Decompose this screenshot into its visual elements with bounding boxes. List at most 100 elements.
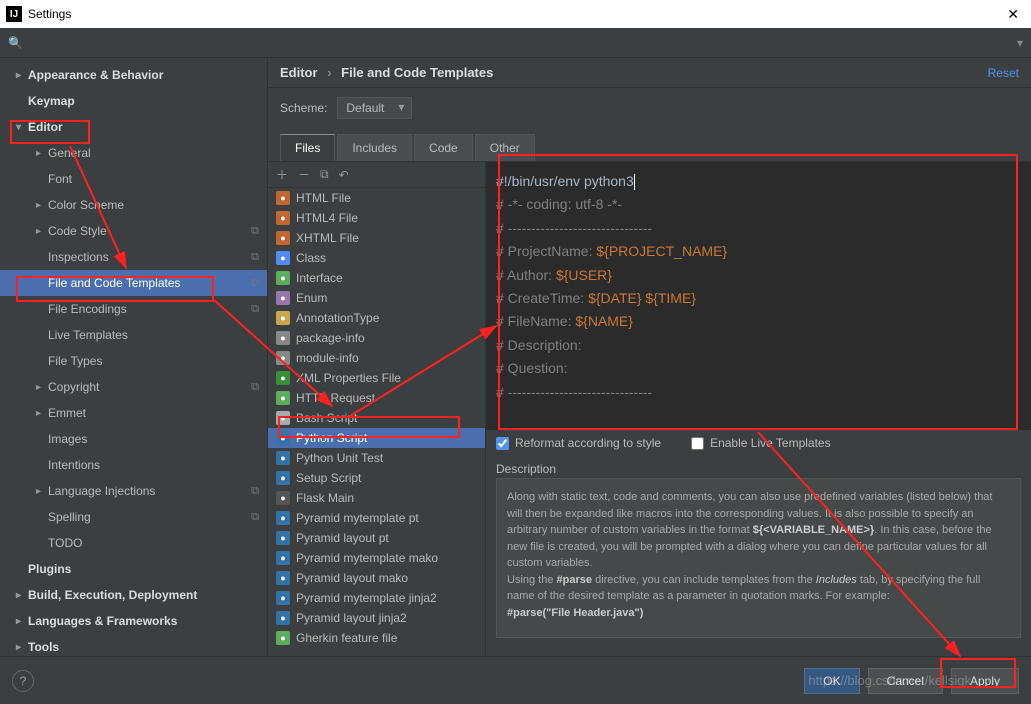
sidebar-item-copyright[interactable]: ▸Copyright⧉ [0,374,267,400]
tab-code[interactable]: Code [414,134,473,161]
reset-link[interactable]: Reset [988,66,1019,80]
scope-icon: ⧉ [251,485,259,498]
template-item-interface[interactable]: ●Interface [268,268,485,288]
template-item-flask-main[interactable]: ● Flask Main [268,488,485,508]
sidebar-item-appearance-behavior[interactable]: ▸Appearance & Behavior [0,62,267,88]
apply-button[interactable]: Apply [951,668,1019,694]
cancel-button[interactable]: Cancel [868,668,943,694]
file-item-label: Python Script [296,431,367,445]
sidebar-item-intentions[interactable]: Intentions [0,452,267,478]
copy-icon[interactable]: ⧉ [320,167,329,182]
template-item-html-file[interactable]: ●HTML File [268,188,485,208]
sidebar-item-file-and-code-templates[interactable]: File and Code Templates⧉ [0,270,267,296]
breadcrumb: Editor › File and Code Templates Reset [268,58,1031,88]
file-item-label: Python Unit Test [296,451,383,465]
template-item-module-info[interactable]: ●module-info [268,348,485,368]
sidebar-item-build-execution-deployment[interactable]: ▸Build, Execution, Deployment [0,582,267,608]
template-item-setup-script[interactable]: ●Setup Script [268,468,485,488]
tab-other[interactable]: Other [475,134,535,161]
template-item-bash-script[interactable]: ●Bash Script [268,408,485,428]
reformat-checkbox[interactable]: Reformat according to style [496,436,661,450]
tab-files[interactable]: Files [280,134,335,161]
template-item-class[interactable]: ●Class [268,248,485,268]
ok-button[interactable]: OK [804,668,859,694]
search-input[interactable] [27,35,1017,50]
file-item-label: HTML4 File [296,211,358,225]
file-type-icon: ● [276,311,290,325]
file-type-icon: ● [276,531,290,545]
sidebar-item-languages-frameworks[interactable]: ▸Languages & Frameworks [0,608,267,634]
remove-icon[interactable]: － [298,166,310,183]
window-title-bar: IJ Settings ✕ [0,0,1031,28]
sidebar-item-label: Inspections [48,250,109,264]
sidebar-item-label: Appearance & Behavior [28,68,163,82]
tree-arrow-icon: ▾ [16,122,28,133]
sidebar-item-emmet[interactable]: ▸Emmet [0,400,267,426]
sidebar-item-code-style[interactable]: ▸Code Style⧉ [0,218,267,244]
template-item-html4-file[interactable]: ●HTML4 File [268,208,485,228]
template-item-pyramid-layout-jinja2[interactable]: ●Pyramid layout jinja2 [268,608,485,628]
sidebar-item-keymap[interactable]: Keymap [0,88,267,114]
template-item-xhtml-file[interactable]: ●XHTML File [268,228,485,248]
file-item-label: Pyramid mytemplate jinja2 [296,591,437,605]
undo-icon[interactable]: ↶ [339,168,349,182]
sidebar-item-file-types[interactable]: File Types [0,348,267,374]
sidebar-item-spelling[interactable]: Spelling⧉ [0,504,267,530]
close-icon[interactable]: ✕ [1001,6,1025,23]
sidebar-item-live-templates[interactable]: Live Templates [0,322,267,348]
search-bar: 🔍 ▾ [0,28,1031,58]
sidebar-item-inspections[interactable]: Inspections⧉ [0,244,267,270]
sidebar-item-editor[interactable]: ▾Editor [0,114,267,140]
template-item-pyramid-mytemplate-mako[interactable]: ●Pyramid mytemplate mako [268,548,485,568]
window-title: Settings [28,7,71,21]
template-item-enum[interactable]: ●Enum [268,288,485,308]
sidebar-item-label: File Encodings [48,302,127,316]
template-item-pyramid-mytemplate-jinja2[interactable]: ●Pyramid mytemplate jinja2 [268,588,485,608]
template-item-annotationtype[interactable]: ●AnnotationType [268,308,485,328]
template-item-pyramid-mytemplate-pt[interactable]: ●Pyramid mytemplate pt [268,508,485,528]
sidebar-item-font[interactable]: Font [0,166,267,192]
template-item-xml-properties-file[interactable]: ●XML Properties File [268,368,485,388]
sidebar-item-label: Editor [28,120,63,134]
tree-arrow-icon: ▸ [36,148,48,159]
file-type-icon: ● [276,451,290,465]
file-item-label: Pyramid mytemplate pt [296,511,419,525]
file-item-label: HTML File [296,191,351,205]
sidebar-item-tools[interactable]: ▸Tools [0,634,267,656]
file-item-label: Class [296,251,326,265]
file-type-icon: ● [276,571,290,585]
template-item-gherkin-feature-file[interactable]: ●Gherkin feature file [268,628,485,648]
template-code-editor[interactable]: #!/bin/usr/env python3 # -*- coding: utf… [486,162,1031,430]
sidebar-item-todo[interactable]: TODO [0,530,267,556]
enable-live-templates-checkbox[interactable]: Enable Live Templates [691,436,831,450]
sidebar-item-label: Languages & Frameworks [28,614,177,628]
template-item-python-script[interactable]: ●Python Script [268,428,485,448]
template-file-list: ●HTML File●HTML4 File●XHTML File●Class●I… [268,188,485,656]
sidebar-item-color-scheme[interactable]: ▸Color Scheme [0,192,267,218]
file-type-icon: ● [276,491,290,505]
tab-includes[interactable]: Includes [337,134,412,161]
template-item-pyramid-layout-pt[interactable]: ●Pyramid layout pt [268,528,485,548]
add-icon[interactable]: ＋ [276,166,288,183]
template-item-http-request[interactable]: ●HTTP Request [268,388,485,408]
sidebar-item-general[interactable]: ▸General [0,140,267,166]
file-toolbar: ＋ － ⧉ ↶ [268,162,485,188]
sidebar-item-label: Plugins [28,562,71,576]
template-item-python-unit-test[interactable]: ● Python Unit Test [268,448,485,468]
help-button[interactable]: ? [12,670,34,692]
sidebar-item-label: Build, Execution, Deployment [28,588,197,602]
file-item-label: package-info [296,331,365,345]
sidebar-item-plugins[interactable]: Plugins [0,556,267,582]
sidebar-item-file-encodings[interactable]: File Encodings⧉ [0,296,267,322]
scheme-select[interactable]: Default [337,97,412,119]
search-icon: 🔍 [8,36,23,50]
sidebar-item-label: Language Injections [48,484,155,498]
file-type-icon: ● [276,391,290,405]
chevron-down-icon[interactable]: ▾ [1017,36,1023,50]
template-item-pyramid-layout-mako[interactable]: ●Pyramid layout mako [268,568,485,588]
sidebar-item-images[interactable]: Images [0,426,267,452]
sidebar-item-language-injections[interactable]: ▸Language Injections⧉ [0,478,267,504]
file-item-label: Flask Main [296,491,354,505]
breadcrumb-root[interactable]: Editor [280,65,318,80]
template-item-package-info[interactable]: ●package-info [268,328,485,348]
